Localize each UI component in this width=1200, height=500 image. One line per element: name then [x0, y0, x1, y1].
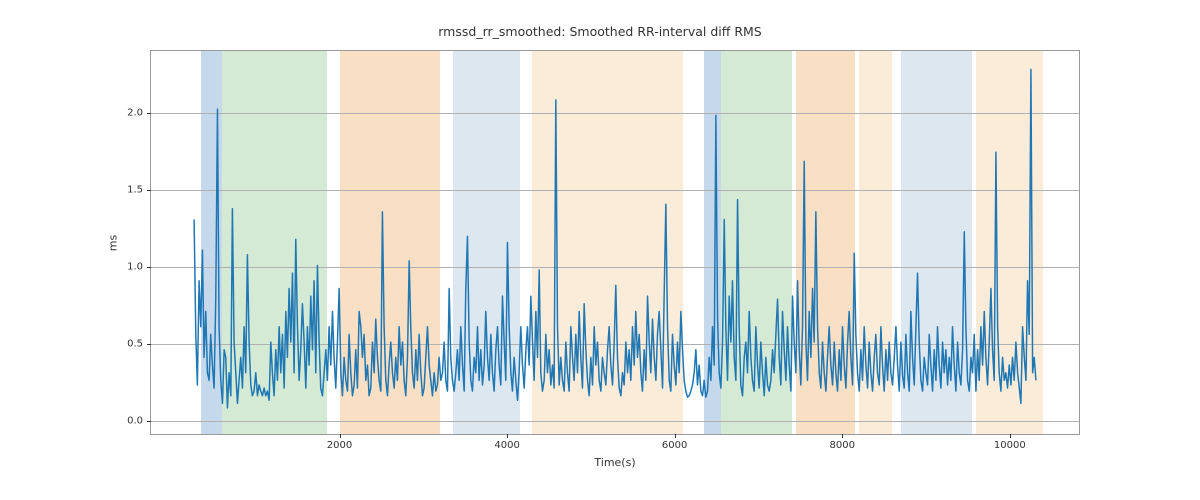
ytick-label: 2.0 [127, 107, 143, 118]
ytick-mark [147, 421, 151, 422]
figure: rmssd_rr_smoothed: Smoothed RR-interval … [0, 0, 1200, 500]
plot-area [151, 51, 1079, 434]
x-axis-label: Time(s) [594, 456, 635, 469]
ytick-label: 0.0 [127, 415, 143, 426]
axes: Time(s) ms 0.00.51.01.52.020004000600080… [150, 50, 1080, 435]
y-axis-label: ms [106, 234, 119, 250]
ytick-label: 0.5 [127, 338, 143, 349]
xtick-mark [842, 434, 843, 438]
xtick-mark [1010, 434, 1011, 438]
xtick-label: 10000 [994, 440, 1026, 451]
ytick-label: 1.5 [127, 184, 143, 195]
xtick-label: 8000 [829, 440, 854, 451]
xtick-mark [507, 434, 508, 438]
ytick-mark [147, 190, 151, 191]
ytick-mark [147, 113, 151, 114]
chart-title: rmssd_rr_smoothed: Smoothed RR-interval … [0, 24, 1200, 39]
xtick-label: 6000 [662, 440, 687, 451]
ytick-mark [147, 267, 151, 268]
ytick-label: 1.0 [127, 261, 143, 272]
ytick-mark [147, 344, 151, 345]
xtick-mark [675, 434, 676, 438]
series-line [151, 51, 1079, 434]
xtick-mark [340, 434, 341, 438]
xtick-label: 4000 [494, 440, 519, 451]
xtick-label: 2000 [327, 440, 352, 451]
